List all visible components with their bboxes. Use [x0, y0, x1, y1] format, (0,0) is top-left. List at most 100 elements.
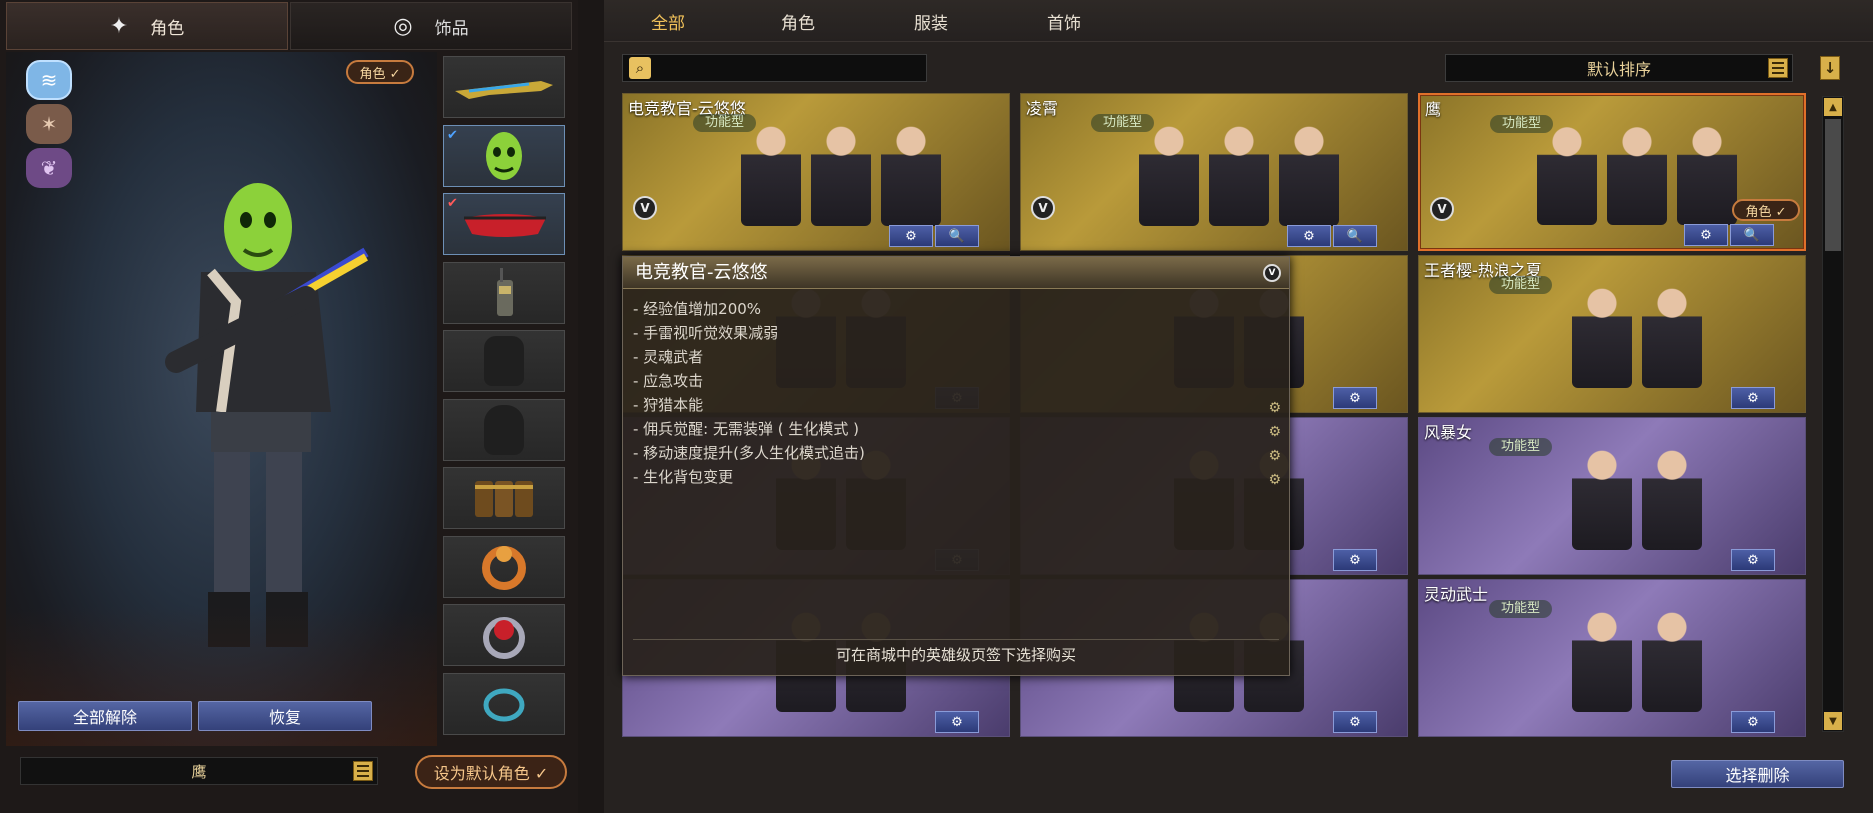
preview-button[interactable]: 🔍: [1730, 224, 1774, 246]
customize-button[interactable]: ⚙: [1731, 711, 1775, 733]
eagle-badge-icon[interactable]: ✶: [26, 104, 72, 144]
slot-radio[interactable]: [443, 261, 565, 324]
character-figure: [1607, 121, 1667, 225]
bird-badge-icon[interactable]: ❦: [26, 148, 72, 188]
character-figure: [1572, 444, 1632, 550]
role-chip: 角色 ✓: [346, 60, 414, 84]
v-badge-icon: V: [1263, 264, 1281, 282]
customize-button[interactable]: ⚙: [1684, 224, 1728, 246]
character-card[interactable]: 鹰功能型 V 角色 ✓ ⚙ 🔍: [1418, 93, 1806, 251]
slot-backpack[interactable]: [443, 330, 565, 392]
v-badge-icon: V: [1430, 197, 1454, 221]
character-card[interactable]: 风暴女 功能型 ⚙: [1418, 417, 1806, 575]
remove-all-button[interactable]: 全部解除: [18, 701, 192, 731]
scrollbar[interactable]: ▲ ▼: [1822, 96, 1844, 732]
customize-button[interactable]: ⚙: [1333, 711, 1377, 733]
card-title: 风暴女: [1424, 423, 1473, 442]
scroll-down-icon[interactable]: ▼: [1824, 712, 1842, 730]
search-input[interactable]: ⌕: [622, 54, 927, 82]
card-portrait: [1510, 121, 1764, 225]
character-name-field[interactable]: 鹰: [20, 757, 378, 785]
preview-button[interactable]: 🔍: [1333, 225, 1377, 247]
gear-wrench-icon: ⚙: [951, 714, 963, 730]
character-figure: [1572, 606, 1632, 712]
character-figure: [881, 120, 941, 226]
character-model: [165, 183, 369, 647]
feature-item: - 生化背包变更 ⚙: [633, 465, 1283, 489]
slot-dragon-ring[interactable]: [443, 535, 565, 598]
ruby-ring-icon: [483, 617, 525, 659]
list-menu-icon[interactable]: [353, 761, 373, 781]
character-sparkle-icon: ✦: [109, 13, 129, 39]
customize-button[interactable]: ⚙: [889, 225, 933, 247]
feature-item: - 应急攻击: [633, 369, 1283, 393]
red-goggles-icon: [464, 214, 546, 237]
gear-wrench-icon: ⚙: [905, 228, 917, 244]
slot-ammo[interactable]: [443, 467, 565, 529]
character-figure: [1537, 121, 1597, 225]
magnifier-icon: 🔍: [1743, 227, 1761, 243]
equipped-check-icon: ✔: [447, 127, 458, 143]
slot-bracelet[interactable]: [443, 672, 565, 735]
feature-item: - 狩猎本能 ⚙: [633, 393, 1283, 417]
v-badge-icon: V: [1031, 196, 1055, 220]
character-card[interactable]: 灵动武士 功能型 ⚙: [1418, 579, 1806, 737]
card-portrait: [1509, 606, 1765, 712]
restore-button[interactable]: 恢复: [198, 701, 372, 731]
green-mask-icon: [486, 131, 522, 180]
gear-wrench-icon: ⚙: [1303, 228, 1315, 244]
sort-direction-icon[interactable]: ↓: [1820, 56, 1840, 80]
customize-button[interactable]: ⚙: [1731, 387, 1775, 409]
item-tooltip: 电竞教官-云悠悠 V - 经验值增加200% - 手雷视听觉效果减弱 - 灵魂武者 -…: [622, 256, 1290, 676]
equipped-check-icon: ✔: [447, 196, 458, 211]
scroll-up-icon[interactable]: ▲: [1824, 98, 1842, 116]
feature-text: - 移动速度提升(多人生化模式追击): [633, 444, 865, 462]
wing-badge-icon[interactable]: ≋: [26, 60, 72, 100]
character-preview[interactable]: ≋ ✶ ❦ 角色 ✓: [6, 52, 437, 746]
character-card[interactable]: 凌霄 功能型 V ⚙ 🔍: [1020, 93, 1408, 251]
slot-goggles[interactable]: ✔: [443, 193, 565, 255]
character-card[interactable]: 电竞教官-云悠悠 功能型 V ⚙ 🔍: [622, 93, 1010, 251]
tab-accessory[interactable]: ◎ 饰品: [290, 2, 572, 50]
feature-text: - 生化背包变更: [633, 468, 734, 486]
sort-dropdown[interactable]: 默认排序: [1445, 54, 1793, 82]
select-delete-button[interactable]: 选择删除: [1671, 760, 1844, 788]
card-title: 鹰: [1425, 100, 1442, 119]
slot-vest[interactable]: [443, 398, 565, 461]
magnifier-icon: 🔍: [1346, 228, 1364, 244]
feature-item: - 经验值增加200%: [633, 297, 1283, 321]
tab-all[interactable]: 全部: [603, 0, 733, 42]
tooltip-footer: 可在商城中的英雄级页签下选择购买: [633, 639, 1279, 669]
slot-weapon[interactable]: [443, 56, 565, 118]
card-title: 灵动武士: [1424, 585, 1489, 604]
tab-clothing[interactable]: 服装: [866, 0, 996, 42]
scroll-thumb[interactable]: [1825, 119, 1841, 251]
customize-button[interactable]: ⚙: [1731, 549, 1775, 571]
tab-accessory-label: 饰品: [434, 18, 469, 39]
customize-button[interactable]: ⚙: [1287, 225, 1331, 247]
slot-mask[interactable]: ✔: [443, 124, 565, 187]
tab-character[interactable]: ✦ 角色: [6, 2, 288, 50]
slot-ruby-ring[interactable]: [443, 604, 565, 666]
tab-character-label: 角色: [150, 18, 185, 39]
tab-character[interactable]: 角色: [733, 0, 863, 42]
feature-text: - 狩猎本能: [633, 396, 704, 414]
customize-button[interactable]: ⚙: [1333, 549, 1377, 571]
list-menu-icon[interactable]: [1768, 58, 1788, 78]
customize-button[interactable]: ⚙: [935, 711, 979, 733]
character-card[interactable]: 王者樱-热浪之夏 功能型 ⚙: [1418, 255, 1806, 413]
ring-icon: ◎: [393, 13, 413, 39]
set-default-character-button[interactable]: 设为默认角色 ✓: [415, 755, 567, 789]
feature-text: - 应急攻击: [633, 372, 704, 390]
equipment-slots: ✔ ✔: [443, 56, 567, 741]
feature-text: - 手雷视听觉效果减弱: [633, 324, 779, 342]
feature-item: - 移动速度提升(多人生化模式追击) ⚙: [633, 441, 1283, 465]
bracelet-icon: [483, 688, 525, 721]
customize-button[interactable]: ⚙: [1333, 387, 1377, 409]
sort-label: 默认排序: [1586, 60, 1651, 79]
character-name-value: 鹰: [191, 762, 207, 781]
preview-button[interactable]: 🔍: [935, 225, 979, 247]
tab-jewelry[interactable]: 首饰: [999, 0, 1129, 42]
gear-wrench-icon: ⚙: [1349, 552, 1361, 568]
feature-item: - 佣兵觉醒: 无需装弹 ( 生化模式 ) ⚙: [633, 417, 1283, 441]
